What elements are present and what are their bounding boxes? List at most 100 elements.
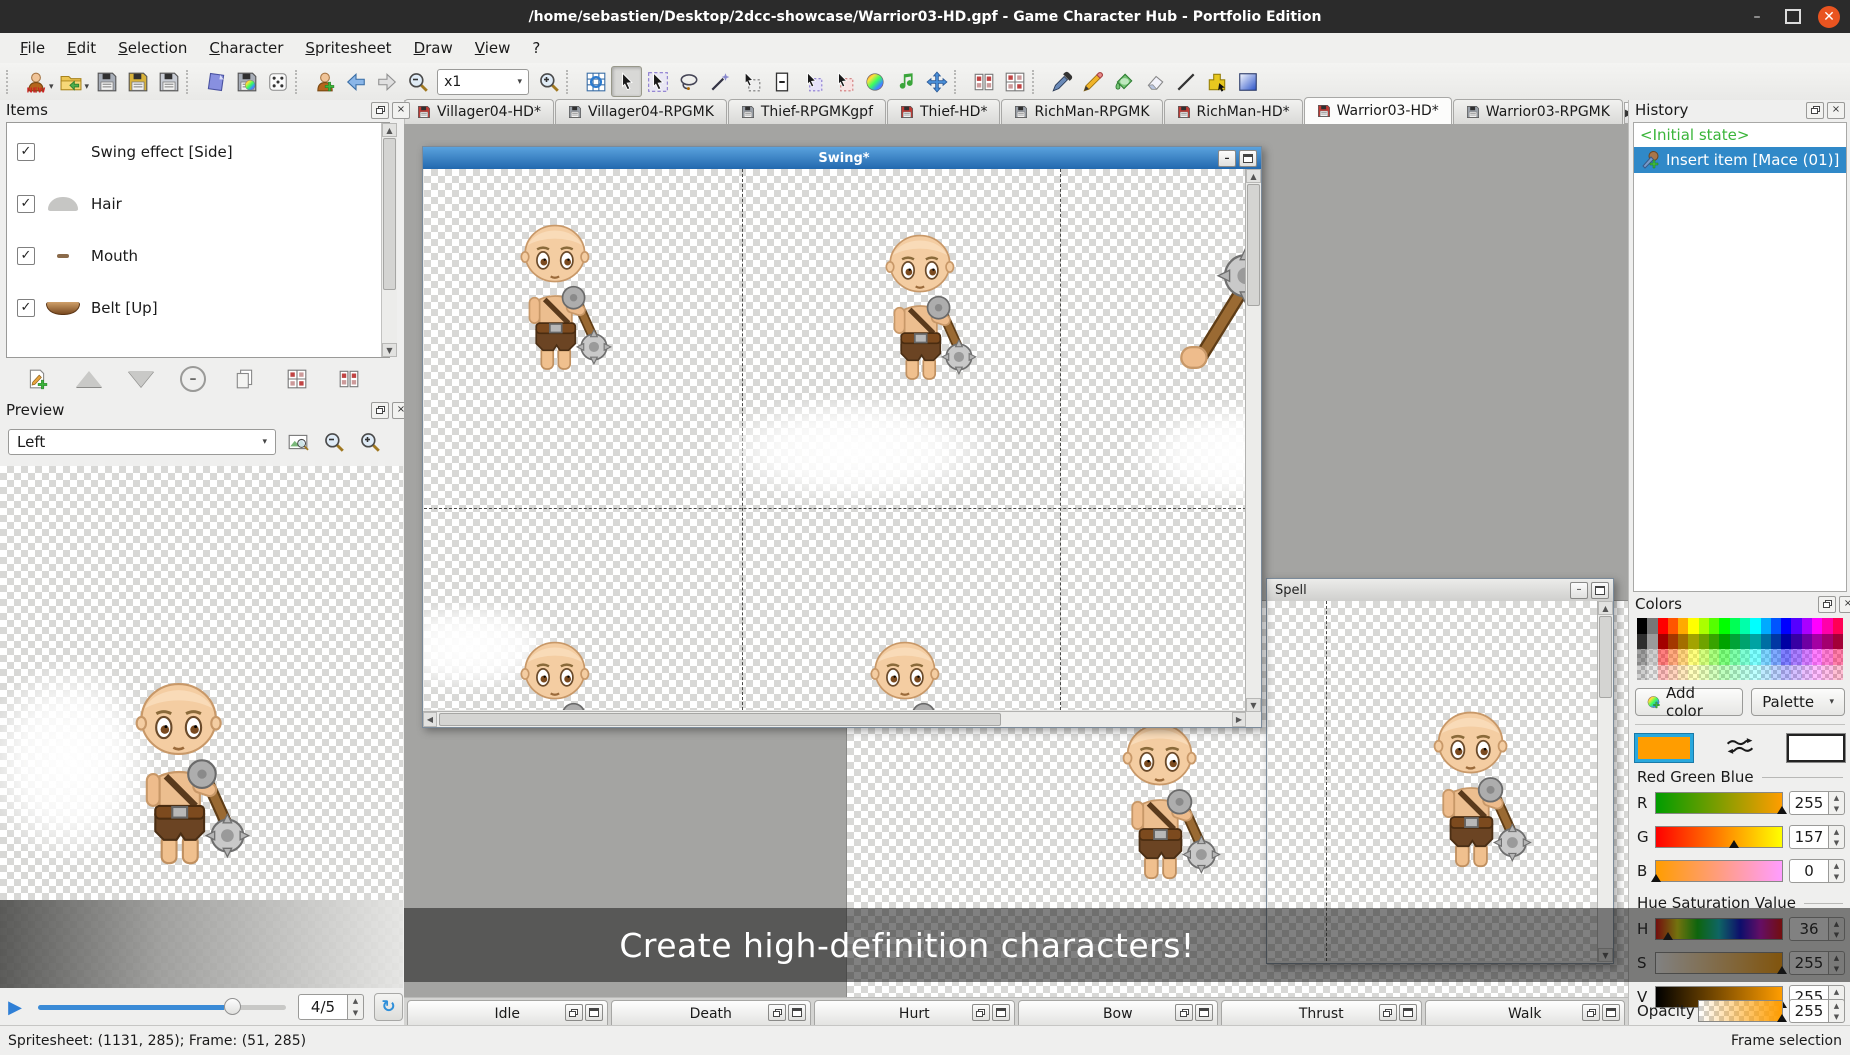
float-animation-icon[interactable] bbox=[972, 1004, 990, 1021]
document-tab[interactable]: RichMan-HD* bbox=[1164, 99, 1303, 124]
palette-color[interactable] bbox=[1781, 665, 1791, 681]
pencil-icon[interactable] bbox=[1077, 66, 1108, 97]
swing-window[interactable]: Swing* – ▲ bbox=[422, 146, 1262, 728]
preview-canvas[interactable] bbox=[0, 466, 403, 988]
palette-color[interactable] bbox=[1719, 665, 1729, 681]
color-slider[interactable] bbox=[1655, 792, 1783, 814]
spin-up-icon[interactable]: ▲ bbox=[1829, 986, 1844, 997]
float-animation-icon[interactable] bbox=[565, 1004, 583, 1021]
palette-color[interactable] bbox=[1647, 649, 1657, 665]
export-item-icon[interactable] bbox=[334, 364, 364, 394]
scrollbar-thumb[interactable] bbox=[1599, 616, 1612, 698]
item-visibility-checkbox[interactable] bbox=[17, 247, 35, 265]
history-entry[interactable]: Insert item [Mace (01)] bbox=[1634, 147, 1846, 173]
palette-color[interactable] bbox=[1750, 618, 1760, 634]
palette-color[interactable] bbox=[1791, 634, 1801, 650]
spin-down-icon[interactable]: ▼ bbox=[1829, 803, 1844, 814]
palette-color[interactable] bbox=[1668, 634, 1678, 650]
direction-select[interactable]: Left ▾ bbox=[8, 429, 276, 455]
palette-color[interactable] bbox=[1688, 649, 1698, 665]
palette-color[interactable] bbox=[1812, 649, 1822, 665]
palette-color[interactable] bbox=[1833, 665, 1843, 681]
animation-tab[interactable]: Walk bbox=[1425, 1000, 1626, 1026]
open-file-dropdown-icon[interactable]: ▾ bbox=[85, 82, 90, 92]
palette-color[interactable] bbox=[1833, 649, 1843, 665]
palette-color[interactable] bbox=[1833, 634, 1843, 650]
animation-tab[interactable]: Idle bbox=[407, 1000, 608, 1026]
frame-move-tool-icon[interactable] bbox=[828, 66, 859, 97]
item-row[interactable]: Swing effect [Side] bbox=[17, 139, 389, 165]
line-tool-icon[interactable] bbox=[1170, 66, 1201, 97]
secondary-swatch[interactable] bbox=[1787, 734, 1845, 762]
slider-handle[interactable] bbox=[1777, 806, 1787, 814]
document-tab[interactable]: Thief-HD* bbox=[887, 99, 1000, 124]
spell-window-titlebar[interactable]: Spell – bbox=[1267, 579, 1613, 601]
item-row[interactable]: Mouth bbox=[17, 243, 389, 269]
save-all-icon[interactable] bbox=[153, 66, 184, 97]
palette-color[interactable] bbox=[1730, 634, 1740, 650]
palette-color[interactable] bbox=[1688, 618, 1698, 634]
palette-color[interactable] bbox=[1781, 618, 1791, 634]
save-icon[interactable] bbox=[91, 66, 122, 97]
palette-color[interactable] bbox=[1730, 665, 1740, 681]
color-sphere-icon[interactable] bbox=[859, 66, 890, 97]
shape-select-icon[interactable] bbox=[1201, 66, 1232, 97]
scroll-down-icon[interactable]: ▼ bbox=[1246, 698, 1261, 712]
palette-color[interactable] bbox=[1791, 665, 1801, 681]
palette-color[interactable] bbox=[1647, 665, 1657, 681]
frames-pair-icon[interactable] bbox=[968, 66, 999, 97]
animation-tab[interactable]: Bow bbox=[1018, 1000, 1219, 1026]
color-spinbox[interactable]: 255 ▲▼ bbox=[1789, 791, 1845, 815]
palette-color[interactable] bbox=[1668, 649, 1678, 665]
palette-color[interactable] bbox=[1740, 665, 1750, 681]
frames-grid-icon[interactable] bbox=[999, 66, 1030, 97]
frame-slider-thumb[interactable] bbox=[224, 998, 241, 1015]
undo-icon[interactable] bbox=[340, 66, 371, 97]
menu-item[interactable]: File bbox=[10, 36, 55, 60]
palette-color[interactable] bbox=[1699, 618, 1709, 634]
zoom-in-icon[interactable] bbox=[533, 66, 564, 97]
palette-color[interactable] bbox=[1802, 665, 1812, 681]
resize-canvas-icon[interactable] bbox=[921, 66, 952, 97]
float-animation-icon[interactable] bbox=[768, 1004, 786, 1021]
palette-color[interactable] bbox=[1699, 634, 1709, 650]
rect-select-tool-icon[interactable] bbox=[642, 66, 673, 97]
palette-color[interactable] bbox=[1678, 665, 1688, 681]
palette-color[interactable] bbox=[1802, 634, 1812, 650]
palette-color[interactable] bbox=[1761, 649, 1771, 665]
palette-color[interactable] bbox=[1637, 665, 1647, 681]
palette-color[interactable] bbox=[1771, 634, 1781, 650]
palette-color[interactable] bbox=[1719, 618, 1729, 634]
maximize-animation-icon[interactable] bbox=[1195, 1004, 1213, 1021]
palette-color[interactable] bbox=[1709, 665, 1719, 681]
menu-item[interactable]: View bbox=[465, 36, 521, 60]
float-animation-icon[interactable] bbox=[1175, 1004, 1193, 1021]
palette-color[interactable] bbox=[1761, 618, 1771, 634]
loop-playback-icon[interactable]: ↻ bbox=[374, 993, 403, 1021]
add-character-icon[interactable] bbox=[309, 66, 340, 97]
animation-tab[interactable]: Death bbox=[611, 1000, 812, 1026]
history-entry[interactable]: <Initial state> bbox=[1634, 123, 1846, 147]
minimize-icon[interactable]: – bbox=[1746, 6, 1768, 28]
palette-color[interactable] bbox=[1761, 634, 1771, 650]
save-with-palette-icon[interactable] bbox=[231, 66, 262, 97]
menu-item[interactable]: Selection bbox=[108, 36, 197, 60]
close-panel-icon[interactable]: × bbox=[1827, 102, 1845, 119]
palette-color[interactable] bbox=[1822, 634, 1832, 650]
palette-color[interactable] bbox=[1791, 618, 1801, 634]
duplicate-item-icon[interactable] bbox=[230, 364, 260, 394]
menu-item[interactable]: Spritesheet bbox=[295, 36, 401, 60]
palette-color[interactable] bbox=[1699, 649, 1709, 665]
palette-color[interactable] bbox=[1740, 618, 1750, 634]
restore-icon[interactable] bbox=[1782, 6, 1804, 28]
palette-color[interactable] bbox=[1658, 634, 1668, 650]
float-animation-icon[interactable] bbox=[1582, 1004, 1600, 1021]
animation-tab[interactable]: Thrust bbox=[1221, 1000, 1422, 1026]
palette-color[interactable] bbox=[1802, 618, 1812, 634]
palette-color[interactable] bbox=[1678, 649, 1688, 665]
palette-color[interactable] bbox=[1637, 634, 1647, 650]
select-tool-icon[interactable] bbox=[611, 66, 642, 97]
eraser-icon[interactable] bbox=[1139, 66, 1170, 97]
item-visibility-checkbox[interactable] bbox=[17, 299, 35, 317]
merge-items-icon[interactable] bbox=[282, 364, 312, 394]
